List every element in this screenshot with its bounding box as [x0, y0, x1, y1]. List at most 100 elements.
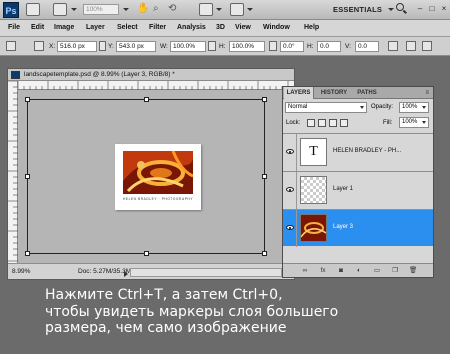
- menu-file[interactable]: File: [8, 24, 20, 31]
- screen-mode-chevron-down-icon[interactable]: [247, 8, 253, 11]
- horizontal-skew-field[interactable]: 0.0: [317, 41, 341, 52]
- search-icon[interactable]: [396, 3, 404, 11]
- layer-row-layer-1[interactable]: Layer 1: [283, 171, 433, 209]
- view-extras-icon[interactable]: [53, 3, 67, 16]
- opacity-label: Opacity:: [371, 104, 394, 110]
- caption-line-3: размера, чем само изображение: [45, 320, 287, 336]
- visibility-toggle[interactable]: [283, 134, 297, 171]
- close-button[interactable]: ×: [439, 4, 449, 14]
- new-layer-icon[interactable]: ❐: [391, 267, 399, 275]
- canvas-area[interactable]: HELEN BRADLEY · PHOTOGRAPHY: [18, 90, 294, 263]
- workspace-chevron-down-icon[interactable]: [388, 8, 394, 11]
- layers-panel-footer: ∞ fx ◙ ◐ ▭ ❐ 🗑: [283, 263, 433, 277]
- opacity-field[interactable]: 100%: [399, 102, 429, 113]
- move-tool-icon[interactable]: [6, 41, 16, 51]
- layer-name[interactable]: Layer 3: [333, 224, 353, 230]
- cancel-transform-icon[interactable]: [406, 41, 416, 51]
- layer-row-text[interactable]: T HELEN BRADLEY - PH...: [283, 133, 433, 171]
- lock-transparency-icon[interactable]: [307, 119, 315, 127]
- menu-help[interactable]: Help: [304, 24, 319, 31]
- layer-row-layer-3[interactable]: Layer 3: [283, 209, 433, 247]
- menu-analysis[interactable]: Analysis: [177, 24, 206, 31]
- horizontal-scrollbar[interactable]: [130, 268, 282, 277]
- arrange-chevron-down-icon[interactable]: [216, 8, 222, 11]
- options-bar: X: 516.0 px Y: 543.0 px W: 100.0% H: 100…: [0, 37, 450, 56]
- rotate-angle-icon[interactable]: [269, 41, 277, 51]
- vertical-skew-field[interactable]: 0.0: [355, 41, 379, 52]
- view-extras-chevron-down-icon[interactable]: [71, 8, 77, 11]
- mask-icon[interactable]: ◙: [337, 267, 345, 275]
- caption: Нажмите Ctrl+T, а затем Ctrl+0, чтобы ув…: [45, 287, 445, 337]
- tab-paths[interactable]: PATHS: [353, 87, 381, 99]
- opacity-value: 100%: [402, 104, 418, 110]
- height-scale-field[interactable]: 100.0%: [229, 41, 265, 52]
- transform-handle-top-right[interactable]: [262, 97, 267, 102]
- blend-mode-select[interactable]: Normal: [285, 102, 367, 113]
- transform-handle-left[interactable]: [25, 174, 30, 179]
- layer-name[interactable]: HELEN BRADLEY - PH...: [333, 148, 401, 154]
- screen-mode-icon[interactable]: [230, 3, 244, 16]
- document-tab[interactable]: landscapetemplate.psd @ 8.99% (Layer 3, …: [8, 69, 294, 81]
- layer-thumbnail: [300, 176, 327, 204]
- menu-filter[interactable]: Filter: [149, 24, 166, 31]
- zoom-chevron-down-icon[interactable]: [123, 8, 129, 11]
- horizontal-ruler[interactable]: [17, 81, 294, 90]
- transform-handle-bottom[interactable]: [144, 251, 149, 256]
- ruler-ticks-left: [8, 80, 18, 262]
- layer-name[interactable]: Layer 1: [333, 186, 353, 192]
- visibility-toggle[interactable]: [283, 210, 297, 247]
- menu-window[interactable]: Window: [263, 24, 290, 31]
- link-icon[interactable]: ∞: [301, 267, 309, 275]
- tab-layers[interactable]: LAYERS: [284, 87, 314, 99]
- status-zoom-level[interactable]: 8.99%: [12, 268, 30, 275]
- transform-handle-top-left[interactable]: [25, 97, 30, 102]
- transform-handle-bottom-right[interactable]: [262, 251, 267, 256]
- workspace-switcher[interactable]: ESSENTIALS: [333, 5, 382, 14]
- menu-edit[interactable]: Edit: [31, 24, 44, 31]
- transform-handle-right[interactable]: [262, 174, 267, 179]
- relative-position-icon[interactable]: [99, 41, 106, 51]
- commit-transform-icon[interactable]: [422, 41, 432, 51]
- x-position-field[interactable]: 516.0 px: [57, 41, 97, 52]
- lock-position-icon[interactable]: [329, 119, 337, 127]
- folder-icon[interactable]: ▭: [373, 267, 381, 275]
- transform-handle-bottom-left[interactable]: [25, 251, 30, 256]
- link-proportions-icon[interactable]: [208, 41, 216, 51]
- menu-3d[interactable]: 3D: [216, 24, 225, 31]
- fill-label: Fill:: [383, 120, 393, 126]
- horizontal-skew-label: H:: [307, 43, 314, 50]
- bridge-icon[interactable]: [26, 3, 40, 16]
- transform-handle-top[interactable]: [144, 97, 149, 102]
- fx-icon[interactable]: fx: [319, 267, 327, 275]
- x-label: X:: [49, 43, 56, 50]
- y-position-field[interactable]: 543.0 px: [116, 41, 156, 52]
- status-menu-arrow-icon[interactable]: [124, 271, 128, 277]
- tab-history[interactable]: HISTORY: [316, 87, 352, 99]
- zoom-tool-icon[interactable]: ⌕: [153, 3, 159, 14]
- width-label: W:: [160, 43, 168, 50]
- arrange-documents-icon[interactable]: [199, 3, 213, 16]
- lock-image-icon[interactable]: [318, 119, 326, 127]
- zoom-level-select[interactable]: 100%: [83, 4, 119, 15]
- rotate-angle-field[interactable]: 0.0°: [280, 41, 304, 52]
- menu-select[interactable]: Select: [117, 24, 138, 31]
- y-label: Y:: [108, 43, 114, 50]
- reference-point-icon[interactable]: [34, 41, 44, 51]
- rotate-view-icon[interactable]: ⟲: [168, 3, 176, 14]
- width-scale-field[interactable]: 100.0%: [170, 41, 206, 52]
- fill-field[interactable]: 100%: [399, 117, 429, 128]
- warp-mode-icon[interactable]: [388, 41, 398, 51]
- maximize-button[interactable]: □: [427, 4, 437, 14]
- menu-view[interactable]: View: [235, 24, 251, 31]
- panel-menu-icon[interactable]: ≡: [425, 90, 429, 96]
- minimize-button[interactable]: –: [415, 4, 425, 14]
- visibility-toggle[interactable]: [283, 172, 297, 209]
- lock-all-icon[interactable]: [340, 119, 348, 127]
- adjustment-icon[interactable]: ◐: [355, 267, 363, 275]
- menu-layer[interactable]: Layer: [86, 24, 105, 31]
- menu-image[interactable]: Image: [54, 24, 74, 31]
- hand-tool-icon[interactable]: ✋: [137, 3, 149, 14]
- vertical-ruler[interactable]: [8, 80, 18, 263]
- panel-tab-strip: LAYERS HISTORY PATHS ≡: [283, 87, 433, 99]
- trash-icon[interactable]: 🗑: [409, 267, 417, 275]
